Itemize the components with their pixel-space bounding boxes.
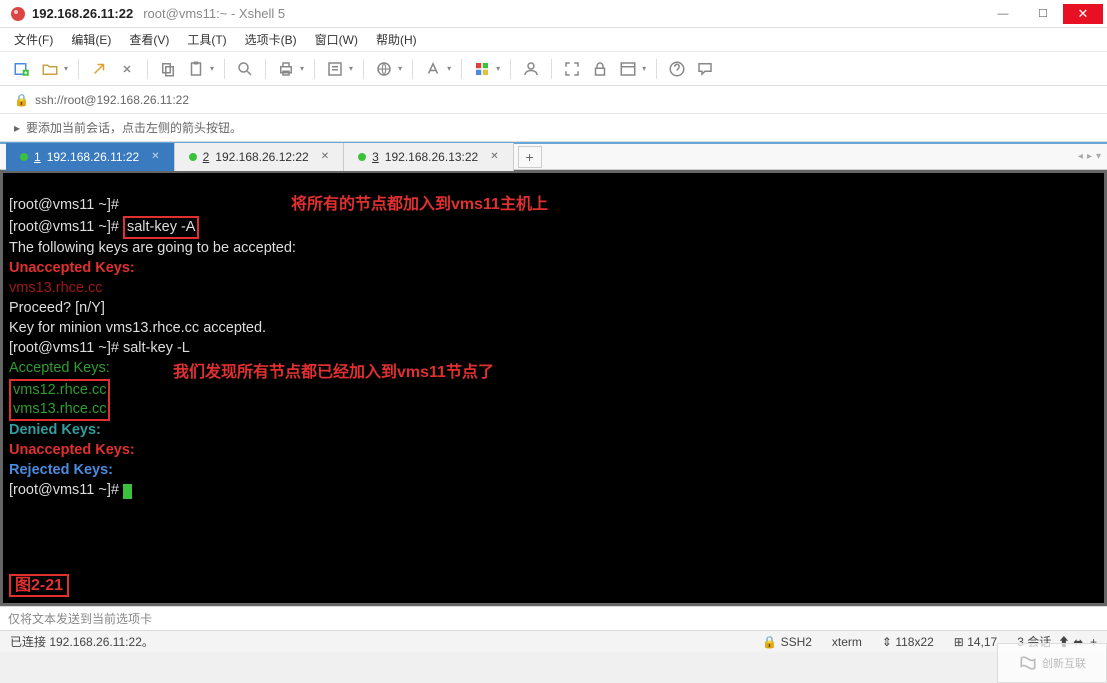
cursor <box>123 484 132 499</box>
tab-close-icon[interactable]: ✕ <box>321 151 329 162</box>
hint-bar: ▸ 要添加当前会话，点击左侧的箭头按钮。 <box>0 114 1107 142</box>
status-connection: 已连接 192.168.26.11:22。 <box>10 633 154 650</box>
session-tab-1[interactable]: 1 192.168.26.11:22 ✕ <box>6 143 175 171</box>
paste-button[interactable] <box>184 57 208 81</box>
properties-button[interactable] <box>323 57 347 81</box>
copy-button[interactable] <box>156 57 180 81</box>
tab-close-icon[interactable]: ✕ <box>490 151 498 162</box>
address-text[interactable]: ssh://root@192.168.26.11:22 <box>35 93 189 107</box>
window-title: 192.168.26.11:22 <box>32 6 133 21</box>
send-bar-text: 仅将文本发送到当前选项卡 <box>8 610 152 627</box>
reconnect-button[interactable] <box>87 57 111 81</box>
annotation-2: 我们发现所有节点都已经加入到vms11节点了 <box>173 363 494 382</box>
app-icon <box>10 6 26 22</box>
status-size: 118x22 <box>895 635 933 649</box>
add-tab-button[interactable]: + <box>518 146 542 168</box>
add-arrow-icon[interactable]: ▸ <box>14 121 20 135</box>
tab-close-icon[interactable]: ✕ <box>151 151 159 162</box>
window-subtitle: root@vms11:~ - Xshell 5 <box>143 6 285 21</box>
status-bar: 已连接 192.168.26.11:22。 🔒 SSH2 xterm ⇕ 118… <box>0 630 1107 652</box>
hint-text: 要添加当前会话，点击左侧的箭头按钮。 <box>26 119 242 136</box>
tab-label: 192.168.26.12:22 <box>215 150 308 164</box>
highlight-box: salt-key -A <box>123 216 200 239</box>
lock-button[interactable] <box>588 57 612 81</box>
status-pos: 14,17 <box>967 635 997 649</box>
tab-number: 1 <box>34 150 41 164</box>
menu-tools[interactable]: 工具(T) <box>187 31 226 48</box>
terminal[interactable]: [root@vms11 ~]# [root@vms11 ~]# salt-key… <box>3 173 1104 603</box>
maximize-button[interactable]: ☐ <box>1023 4 1063 24</box>
menu-file[interactable]: 文件(F) <box>14 31 53 48</box>
address-bar: 🔒 ssh://root@192.168.26.11:22 <box>0 86 1107 114</box>
menu-edit[interactable]: 编辑(E) <box>71 31 111 48</box>
close-button[interactable]: ✕ <box>1063 4 1103 24</box>
open-session-button[interactable] <box>38 57 62 81</box>
send-bar[interactable]: 仅将文本发送到当前选项卡 <box>0 606 1107 630</box>
encoding-button[interactable] <box>372 57 396 81</box>
color-button[interactable] <box>470 57 494 81</box>
menu-window[interactable]: 窗口(W) <box>315 31 358 48</box>
session-tab-2[interactable]: 2 192.168.26.12:22 ✕ <box>175 143 345 171</box>
titlebar: 192.168.26.11:22 root@vms11:~ - Xshell 5… <box>0 0 1107 28</box>
new-session-button[interactable] <box>10 57 34 81</box>
disconnect-button[interactable] <box>115 57 139 81</box>
watermark: 创新互联 <box>997 643 1107 683</box>
tab-scroll-arrows[interactable]: ◂▸▾ <box>1078 151 1101 162</box>
status-term: xterm <box>832 635 862 649</box>
session-tab-3[interactable]: 3 192.168.26.13:22 ✕ <box>344 143 514 171</box>
tab-number: 2 <box>203 150 210 164</box>
menu-tabs[interactable]: 选项卡(B) <box>245 31 297 48</box>
watermark-text: 创新互联 <box>1042 655 1086 671</box>
font-button[interactable] <box>421 57 445 81</box>
annotation-1: 将所有的节点都加入到vms11主机上 <box>291 195 548 214</box>
help-button[interactable] <box>665 57 689 81</box>
tab-number: 3 <box>372 150 379 164</box>
status-dot-icon <box>20 153 28 161</box>
tab-label: 192.168.26.13:22 <box>385 150 478 164</box>
status-dot-icon <box>189 153 197 161</box>
feedback-button[interactable] <box>693 57 717 81</box>
menu-view[interactable]: 查看(V) <box>129 31 169 48</box>
fullscreen-button[interactable] <box>560 57 584 81</box>
session-tabbar: 1 192.168.26.11:22 ✕ 2 192.168.26.12:22 … <box>0 142 1107 170</box>
menu-help[interactable]: 帮助(H) <box>376 31 417 48</box>
tab-label: 192.168.26.11:22 <box>47 150 140 164</box>
status-ssh: SSH2 <box>781 635 812 649</box>
lock-icon: 🔒 <box>14 93 29 107</box>
transfer-button[interactable] <box>616 57 640 81</box>
minimize-button[interactable]: — <box>983 4 1023 24</box>
toolbar: ▾ ▾ ▾ ▾ ▾ ▾ ▾ ▾ <box>0 52 1107 86</box>
highlight-box: vms12.rhce.cc vms13.rhce.cc <box>9 379 110 421</box>
figure-label: 图2-21 <box>9 574 69 597</box>
status-dot-icon <box>358 153 366 161</box>
menubar: 文件(F) 编辑(E) 查看(V) 工具(T) 选项卡(B) 窗口(W) 帮助(… <box>0 28 1107 52</box>
print-button[interactable] <box>274 57 298 81</box>
search-button[interactable] <box>233 57 257 81</box>
user-button[interactable] <box>519 57 543 81</box>
